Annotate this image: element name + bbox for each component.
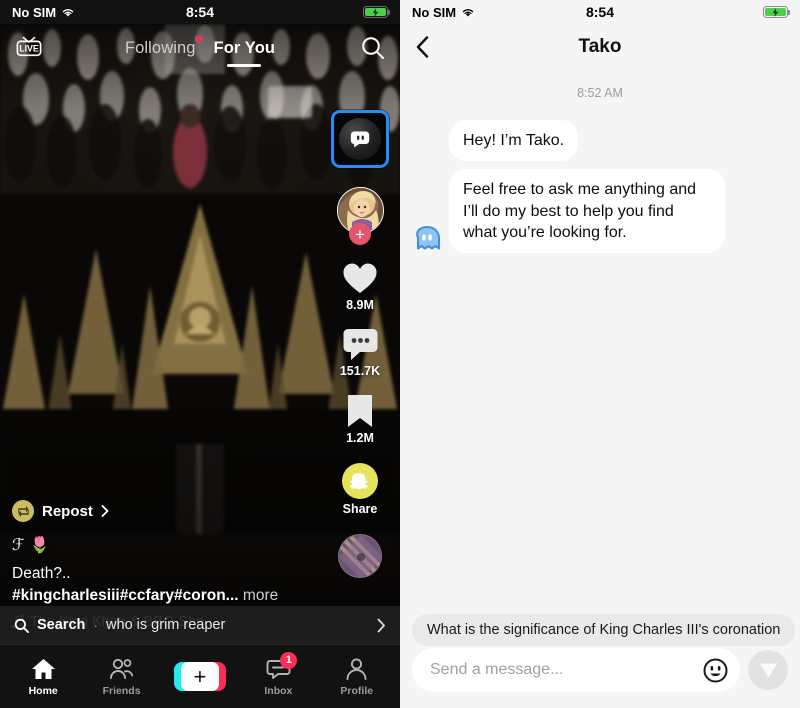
search-bar-separator: ·	[93, 617, 99, 633]
home-icon	[31, 658, 55, 679]
battery-charging-icon	[763, 6, 791, 18]
repost-icon	[12, 500, 34, 522]
bookmark-button[interactable]: 1.2M	[345, 378, 375, 445]
profile-icon	[346, 657, 367, 680]
nav-label-friends: Friends	[102, 684, 141, 697]
carrier-label-right: No SIM	[412, 4, 457, 20]
status-bar-right: No SIM 8:54	[400, 0, 800, 24]
status-bar-right-group	[363, 6, 391, 18]
search-bar-label: Search	[37, 617, 86, 633]
chat-message-row: Feel free to ask me anything and I’ll do…	[412, 169, 788, 254]
nav-label-inbox: Inbox	[264, 684, 293, 697]
bookmark-count: 1.2M	[346, 431, 374, 445]
active-tab-underline	[227, 63, 262, 67]
tab-following-label: Following	[124, 38, 196, 57]
repost-button[interactable]: Repost	[12, 500, 312, 522]
share-button[interactable]: Share	[342, 445, 378, 516]
chevron-right-icon	[101, 505, 109, 517]
video-search-bar[interactable]: Search · who is grim reaper	[0, 606, 400, 644]
svg-text:LIVE: LIVE	[19, 43, 39, 53]
follow-button[interactable]: +	[349, 223, 371, 245]
tiktok-feed-panel: No SIM 8:54 LIVE Following For You + 8.9…	[0, 0, 400, 708]
message-input-placeholder[interactable]: Send a message...	[430, 661, 703, 679]
page-title: Tako	[578, 36, 622, 57]
chat-composer: Send a message...	[400, 646, 800, 708]
chat-message-row: Hey! I’m Tako.	[412, 120, 788, 162]
search-bar-query: who is grim reaper	[106, 617, 226, 633]
search-icon[interactable]	[360, 35, 386, 61]
friends-icon	[110, 658, 134, 679]
caption-text: Death?..	[12, 565, 71, 582]
comment-count: 151.7K	[339, 364, 381, 378]
chat-bubble-incoming: Hey! I’m Tako.	[449, 120, 579, 162]
nav-label-home: Home	[28, 684, 58, 697]
chevron-left-icon	[416, 36, 428, 58]
suggestion-row: What is the significance of King Charles…	[412, 614, 800, 646]
tako-ai-icon	[350, 131, 370, 148]
feed-tabs: Following For You	[0, 34, 400, 67]
creator-avatar-button[interactable]: +	[336, 187, 384, 245]
like-button[interactable]: 8.9M	[342, 234, 378, 312]
chat-timestamp: 8:52 AM	[577, 86, 623, 100]
nav-item-profile[interactable]: Profile	[321, 657, 393, 697]
share-label: Share	[342, 502, 378, 516]
create-plus-icon[interactable]: +	[173, 662, 226, 691]
comment-icon	[343, 329, 377, 360]
following-notification-dot	[194, 34, 203, 43]
send-icon	[759, 663, 777, 678]
chevron-right-icon[interactable]	[377, 618, 386, 633]
status-bar-right-group-right	[763, 6, 791, 18]
heart-icon	[343, 263, 377, 293]
back-button[interactable]	[400, 36, 444, 58]
live-button[interactable]: LIVE	[14, 33, 44, 64]
nav-item-create[interactable]: +	[164, 662, 236, 691]
tako-ai-button[interactable]	[331, 110, 389, 168]
tab-for-you-label: For You	[213, 38, 276, 57]
message-input-wrapper[interactable]: Send a message...	[412, 648, 740, 692]
chat-message-list: 8:52 AM Hey! I’m Tako. Feel free to ask …	[400, 70, 800, 646]
caption-hashtags[interactable]: #kingcharlesiii#ccfary#coron...	[12, 587, 239, 604]
battery-charging-icon	[363, 6, 391, 18]
carrier-label: No SIM	[12, 4, 57, 20]
search-icon	[14, 618, 29, 633]
suggestion-chip[interactable]: What is the significance of King Charles…	[412, 614, 796, 646]
nav-item-friends[interactable]: Friends	[86, 657, 158, 697]
nav-item-home[interactable]: Home	[7, 657, 79, 697]
nav-label-profile: Profile	[340, 684, 374, 697]
tab-for-you[interactable]: For You	[213, 38, 276, 67]
chat-header: Tako	[400, 24, 800, 70]
caption-hashtags-row: #kingcharlesiii#ccfary#coron... more	[12, 585, 312, 607]
send-button[interactable]	[748, 650, 788, 690]
comment-button[interactable]: 151.7K	[340, 312, 380, 378]
status-bar-carrier-group-right: No SIM	[412, 5, 475, 20]
live-icon: LIVE	[16, 36, 42, 56]
repost-label: Repost	[42, 502, 93, 520]
music-disc-icon[interactable]	[338, 534, 382, 578]
caption-more-link[interactable]: more	[243, 587, 278, 604]
bookmark-icon	[348, 395, 372, 427]
bottom-nav: Home Friends + 1 Inbox Profile	[0, 644, 400, 708]
emoji-smiley-icon[interactable]	[703, 658, 728, 683]
nav-item-inbox[interactable]: 1 Inbox	[242, 651, 314, 697]
tako-chat-panel: No SIM 8:54 Tako 8:52 AM Hey! I’m Tako. …	[400, 0, 800, 708]
tiktok-top-nav: LIVE Following For You	[0, 24, 400, 72]
tab-following[interactable]: Following	[124, 34, 203, 58]
inbox-badge: 1	[280, 651, 298, 669]
like-count: 8.9M	[346, 298, 374, 312]
status-bar-carrier-group: No SIM	[12, 5, 75, 20]
wifi-icon	[62, 8, 74, 17]
tako-avatar-icon	[416, 226, 440, 250]
chat-bubble-incoming: Feel free to ask me anything and I’ll do…	[449, 169, 725, 254]
wifi-icon	[462, 8, 474, 17]
snapchat-icon	[349, 472, 369, 489]
status-bar-left: No SIM 8:54	[0, 0, 400, 24]
video-action-rail: + 8.9M 151.7K 1.2M Share	[328, 110, 392, 578]
caption-username[interactable]: ℱ 🌷	[12, 535, 312, 555]
